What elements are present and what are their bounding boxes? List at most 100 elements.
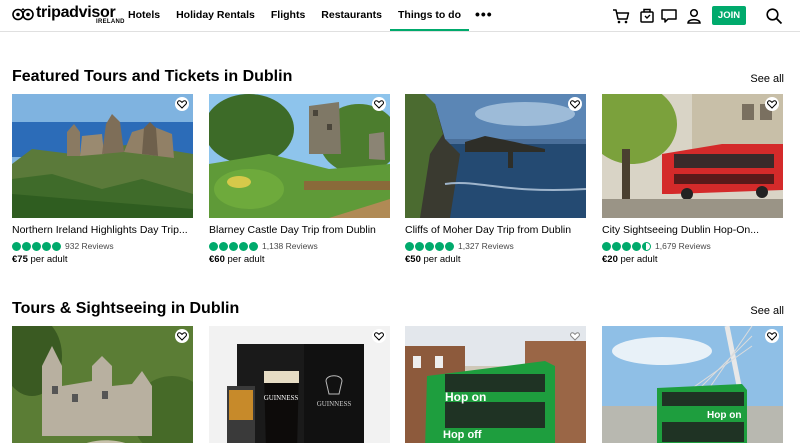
- price-line: €20 per adult: [602, 254, 783, 265]
- featured-section-title: Featured Tours and Tickets in Dublin: [12, 68, 293, 85]
- save-heart-icon[interactable]: [372, 97, 386, 111]
- tour-photo[interactable]: [209, 94, 390, 218]
- price-value: €50: [405, 254, 421, 265]
- guinness-box-label: GUINNESS: [317, 400, 352, 408]
- rating-bubble-icon: [602, 241, 611, 251]
- save-heart-icon[interactable]: [765, 329, 779, 343]
- price-line: €60 per adult: [209, 254, 390, 265]
- dunluce-castle-photo: [12, 94, 193, 218]
- rating-bubbles: [209, 241, 258, 251]
- rating-bubble-icon: [632, 241, 641, 251]
- sightseeing-section-title: Tours & Sightseeing in Dublin: [12, 300, 240, 317]
- owl-logo-icon: [12, 8, 34, 21]
- profile-icon[interactable]: [685, 7, 703, 25]
- bus-hop-on-text: Hop on: [445, 390, 486, 404]
- price-suffix: per adult: [27, 254, 68, 265]
- hop-on-hop-off-bus-photo: Hop on Hop off: [405, 326, 586, 443]
- rating-bubble-icon: [42, 241, 51, 251]
- tripadvisor-logo[interactable]: tripadvisor IRELAND: [12, 4, 124, 27]
- rating-bubble-icon: [209, 241, 218, 251]
- search-icon[interactable]: [765, 7, 783, 25]
- bridge-bus-photo: Hop on: [602, 326, 783, 443]
- tour-card[interactable]: GUINNESS GUINNESS: [209, 326, 390, 443]
- rating-bubble-icon: [12, 241, 21, 251]
- rating-bubble-icon: [425, 241, 434, 251]
- tour-photo[interactable]: [405, 94, 586, 218]
- nav-hotels[interactable]: Hotels: [120, 0, 168, 31]
- save-heart-icon[interactable]: [175, 97, 189, 111]
- price-line: €50 per adult: [405, 254, 586, 265]
- rating-row: 1,679 Reviews: [602, 241, 783, 251]
- price-suffix: per adult: [617, 254, 658, 265]
- tour-card[interactable]: Hop on: [602, 326, 783, 443]
- save-heart-icon[interactable]: [568, 329, 582, 343]
- join-button[interactable]: JOIN: [712, 6, 746, 25]
- rating-bubbles: [12, 241, 61, 251]
- rating-bubble-icon: [239, 241, 248, 251]
- price-value: €75: [12, 254, 28, 265]
- tour-photo[interactable]: Hop on Hop off: [405, 326, 586, 443]
- tour-photo[interactable]: [602, 94, 783, 218]
- price-line: €75 per adult: [12, 254, 193, 265]
- tour-photo[interactable]: [12, 94, 193, 218]
- tour-card[interactable]: City Sightseeing Dublin Hop-On... 1,679 …: [602, 94, 783, 265]
- rating-bubble-icon: [52, 241, 61, 251]
- review-count[interactable]: 1,679 Reviews: [655, 241, 711, 251]
- save-heart-icon[interactable]: [175, 329, 189, 343]
- save-heart-icon[interactable]: [765, 97, 779, 111]
- trips-icon[interactable]: [638, 7, 656, 25]
- rating-bubbles: [602, 241, 651, 251]
- tour-card[interactable]: Northern Ireland Highlights Day Trip... …: [12, 94, 193, 265]
- rating-row: 1,138 Reviews: [209, 241, 390, 251]
- rating-bubble-icon: [229, 241, 238, 251]
- nav-holiday-rentals[interactable]: Holiday Rentals: [168, 0, 263, 31]
- rating-bubble-icon: [612, 241, 621, 251]
- tour-photo[interactable]: Hop on: [602, 326, 783, 443]
- blarney-castle-photo: [209, 94, 390, 218]
- rating-bubble-icon: [32, 241, 41, 251]
- top-navigation-bar: tripadvisor IRELAND Hotels Holiday Renta…: [0, 0, 800, 32]
- rating-bubble-icon: [445, 241, 454, 251]
- nav-things-to-do[interactable]: Things to do: [390, 0, 469, 31]
- featured-see-all-link[interactable]: See all: [750, 73, 784, 85]
- nav-flights[interactable]: Flights: [263, 0, 313, 31]
- review-count[interactable]: 932 Reviews: [65, 241, 114, 251]
- tour-title[interactable]: City Sightseeing Dublin Hop-On...: [602, 224, 783, 236]
- guinness-glass-label: GUINNESS: [264, 394, 299, 402]
- tour-title[interactable]: Cliffs of Moher Day Trip from Dublin: [405, 224, 586, 236]
- tour-photo[interactable]: GUINNESS GUINNESS: [209, 326, 390, 443]
- tour-photo[interactable]: [12, 326, 193, 443]
- tour-card[interactable]: Cliffs of Moher Day Trip from Dublin 1,3…: [405, 94, 586, 265]
- rating-bubble-icon: [415, 241, 424, 251]
- review-count[interactable]: 1,138 Reviews: [262, 241, 318, 251]
- shopping-cart-icon[interactable]: [612, 7, 630, 25]
- tour-title[interactable]: Blarney Castle Day Trip from Dublin: [209, 224, 390, 236]
- bus-hop-off-text: Hop off: [443, 429, 482, 441]
- rating-bubble-icon: [219, 241, 228, 251]
- rating-bubble-icon: [435, 241, 444, 251]
- price-suffix: per adult: [420, 254, 461, 265]
- rating-bubble-icon: [22, 241, 31, 251]
- rating-bubble-icon: [622, 241, 631, 251]
- city-sightseeing-bus-photo: [602, 94, 783, 218]
- price-value: €20: [602, 254, 618, 265]
- tour-card[interactable]: [12, 326, 193, 443]
- guinness-gift-photo: GUINNESS GUINNESS: [209, 326, 390, 443]
- tour-card[interactable]: Hop on Hop off: [405, 326, 586, 443]
- rating-bubbles: [405, 241, 454, 251]
- rating-bubble-icon: [249, 241, 258, 251]
- messages-icon[interactable]: [660, 7, 678, 25]
- main-nav: Hotels Holiday Rentals Flights Restauran…: [120, 0, 499, 31]
- sightseeing-see-all-link[interactable]: See all: [750, 305, 784, 317]
- review-count[interactable]: 1,327 Reviews: [458, 241, 514, 251]
- more-menu-button[interactable]: •••: [469, 0, 499, 31]
- bus-hop-on-text: Hop on: [707, 410, 741, 421]
- tour-title[interactable]: Northern Ireland Highlights Day Trip...: [12, 224, 193, 236]
- price-value: €60: [209, 254, 225, 265]
- castle-aerial-photo: [12, 326, 193, 443]
- nav-restaurants[interactable]: Restaurants: [313, 0, 390, 31]
- save-heart-icon[interactable]: [568, 97, 582, 111]
- save-heart-icon[interactable]: [372, 329, 386, 343]
- cliffs-of-moher-photo: [405, 94, 586, 218]
- tour-card[interactable]: Blarney Castle Day Trip from Dublin 1,13…: [209, 94, 390, 265]
